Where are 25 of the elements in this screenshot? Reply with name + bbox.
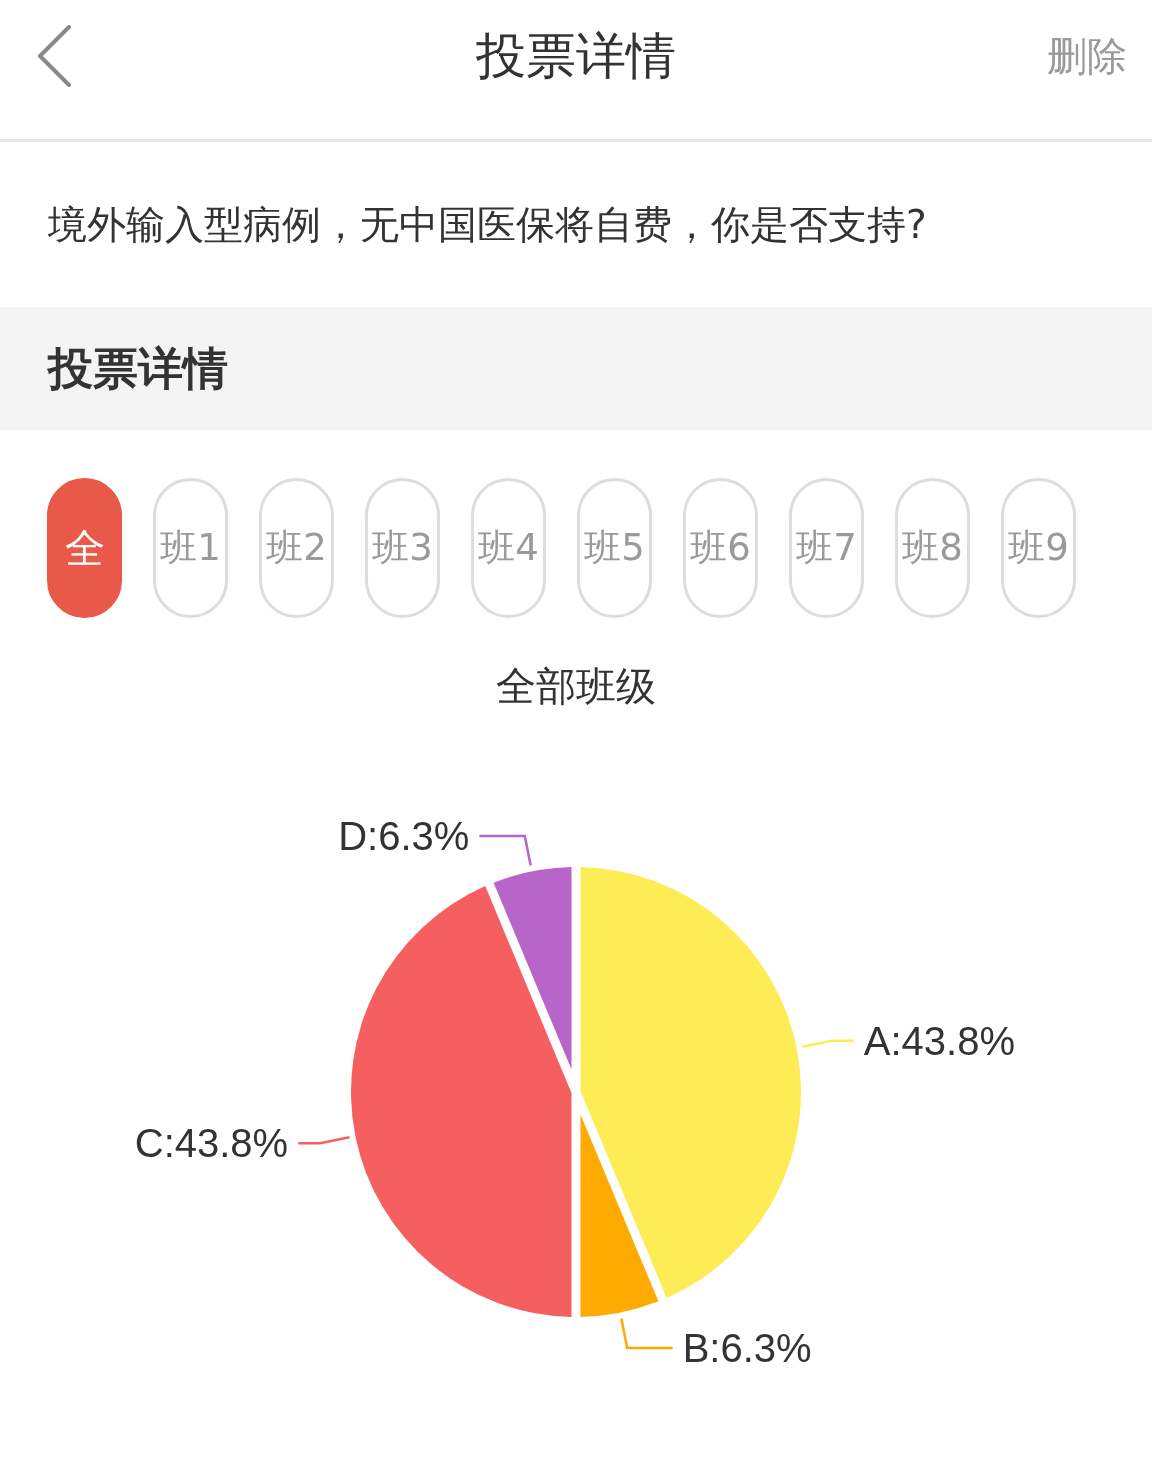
slice-label: A:43.8% [863,1018,1016,1063]
class-tab[interactable]: 班4 [471,478,546,618]
class-tab[interactable]: 班2 [259,478,334,618]
leader-line [802,1039,854,1048]
slice-label: C:43.8% [134,1121,289,1166]
leader-line [479,834,532,866]
class-tab[interactable]: 全 [47,478,122,618]
section-title: 投票详情 [48,341,228,396]
class-tab[interactable]: 班1 [153,478,228,618]
delete-button[interactable]: 删除 [1047,31,1127,80]
leader-line [298,1136,350,1145]
class-tab[interactable]: 班9 [1001,478,1076,618]
page-title: 投票详情 [476,25,676,86]
back-button[interactable] [36,24,72,87]
class-tab[interactable]: 班5 [577,478,652,618]
slice-label: B:6.3% [682,1325,812,1370]
back-icon [37,24,71,87]
class-tab[interactable]: 班8 [895,478,970,618]
question-text: 境外输入型病例，无中国医保将自费，你是否支持? [48,200,927,249]
leader-line [620,1318,673,1350]
class-tab[interactable]: 班7 [789,478,864,618]
class-tab[interactable]: 班6 [683,478,758,618]
chart-title: 全部班级 [496,662,656,710]
slice-label: D:6.3% [338,814,470,859]
class-tab[interactable]: 班3 [365,478,440,618]
